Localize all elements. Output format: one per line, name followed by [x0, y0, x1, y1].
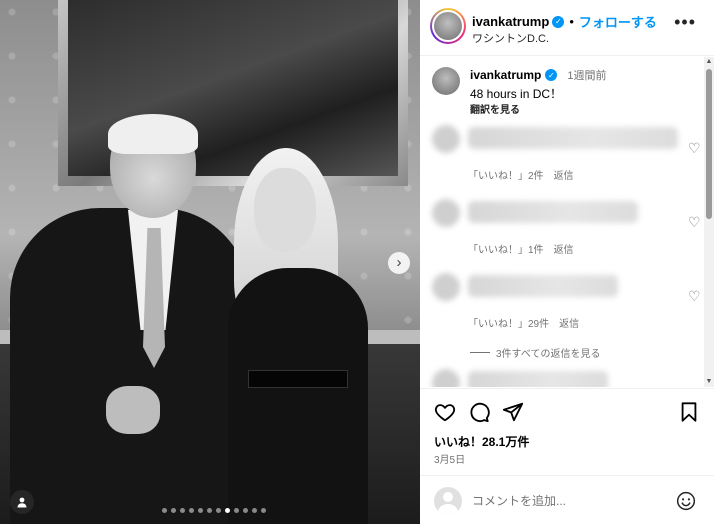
comment-avatar-blurred[interactable] — [432, 199, 460, 227]
comment-item: ♡ 「いいね！」1件 返信 — [432, 195, 702, 256]
carousel-dot — [234, 508, 239, 513]
comment-box — [420, 475, 714, 524]
scrollbar-thumb[interactable] — [706, 69, 712, 219]
view-replies-label: 3件すべての返信を見る — [496, 349, 601, 360]
bookmark-icon[interactable] — [678, 401, 700, 423]
next-photo-button[interactable]: › — [388, 252, 410, 274]
carousel-dot — [171, 508, 176, 513]
comment-meta: 「いいね！」29件 返信 — [468, 315, 579, 330]
carousel-dot — [216, 508, 221, 513]
post-header: ivankatrump ✓ • フォローする ワシントンD.C. ••• — [420, 0, 714, 56]
heart-icon[interactable]: ♡ — [688, 215, 702, 229]
view-replies-button[interactable]: 3件すべての返信を見る — [470, 345, 600, 360]
comment-text-blurred — [468, 201, 638, 223]
header-user-line: ivankatrump ✓ • フォローする — [472, 12, 657, 31]
belt — [248, 370, 348, 388]
location-link[interactable]: ワシントンD.C. — [472, 30, 549, 46]
heart-icon[interactable]: ♡ — [688, 289, 702, 303]
reply-button[interactable]: 返信 — [554, 167, 574, 182]
share-icon[interactable] — [502, 401, 524, 423]
post-side-panel: ivankatrump ✓ • フォローする ワシントンD.C. ••• iva… — [420, 0, 714, 524]
caption-text: 48 hours in DC！ — [470, 87, 563, 101]
comment-avatar-blurred[interactable] — [432, 125, 460, 153]
comments-scrollbar[interactable]: ▲ ▼ — [704, 57, 714, 387]
carousel-dot — [189, 508, 194, 513]
carousel-dot — [180, 508, 185, 513]
scroll-up-icon[interactable]: ▲ — [705, 58, 713, 66]
carousel-dot — [261, 508, 266, 513]
carousel-dot — [162, 508, 167, 513]
carousel-dot — [225, 508, 230, 513]
caption-user-line: ivankatrump ✓ 1週間前 — [470, 67, 606, 83]
likes-count[interactable]: いいね！28.1万件 — [434, 433, 529, 450]
comment-text-blurred — [468, 275, 618, 297]
comment-item: ♡ 「いいね！」29件 返信 — [432, 269, 702, 330]
carousel-dot — [252, 508, 257, 513]
scroll-down-icon[interactable]: ▼ — [705, 378, 713, 386]
comment-meta: 「いいね！」1件 返信 — [468, 241, 574, 256]
comment-item: ♡ 「いいね！」2件 返信 — [432, 121, 702, 182]
comment-text-blurred — [468, 371, 608, 387]
follow-button[interactable]: フォローする — [579, 12, 657, 31]
heart-icon[interactable] — [434, 401, 456, 423]
post-photo[interactable]: › — [0, 0, 420, 524]
viewer-avatar — [434, 487, 462, 515]
comment-likes[interactable]: 「いいね！」29件 — [468, 315, 549, 330]
comment-text-blurred — [468, 127, 678, 149]
carousel-dot — [243, 508, 248, 513]
carousel-dots — [162, 508, 266, 513]
heart-icon[interactable]: ♡ — [688, 141, 702, 155]
comment-likes[interactable]: 「いいね！」1件 — [468, 241, 544, 256]
translate-link[interactable]: 翻訳を見る — [470, 101, 520, 116]
person-right — [218, 148, 378, 524]
avatar — [432, 10, 464, 42]
comment-avatar-blurred[interactable] — [432, 273, 460, 301]
reply-button[interactable]: 返信 — [559, 315, 579, 330]
post-date: 3月5日 — [434, 455, 466, 466]
comment-avatar-blurred[interactable] — [432, 369, 460, 387]
post-actions: いいね！28.1万件 3月5日 — [420, 388, 714, 524]
carousel-dot — [207, 508, 212, 513]
more-options-icon[interactable]: ••• — [674, 13, 696, 31]
thumbs-up-hand — [106, 386, 160, 434]
divider — [470, 352, 490, 353]
caption-username[interactable]: ivankatrump — [470, 68, 541, 82]
caption-avatar[interactable] — [432, 67, 460, 95]
comment-meta: 「いいね！」2件 返信 — [468, 167, 574, 182]
suit — [10, 208, 250, 524]
caption-time: 1週間前 — [567, 70, 607, 82]
person-left — [10, 114, 250, 524]
chevron-right-icon: › — [396, 254, 402, 271]
hair — [108, 114, 198, 154]
carousel-dot — [198, 508, 203, 513]
emoji-icon[interactable] — [676, 491, 696, 511]
reply-button[interactable]: 返信 — [554, 241, 574, 256]
verified-badge-icon: ✓ — [545, 69, 558, 81]
comment-input[interactable] — [472, 491, 652, 511]
comment-likes[interactable]: 「いいね！」2件 — [468, 167, 544, 182]
story-ring[interactable] — [430, 8, 466, 44]
comments-section: ivankatrump ✓ 1週間前 48 hours in DC！ 翻訳を見る… — [420, 57, 706, 387]
face — [254, 168, 316, 252]
user-icon — [17, 497, 27, 508]
comment-icon[interactable] — [468, 401, 490, 423]
verified-badge-icon: ✓ — [552, 15, 565, 28]
username-link[interactable]: ivankatrump — [472, 14, 549, 29]
comment-item — [432, 365, 702, 387]
separator: • — [569, 14, 574, 29]
tagged-users-button[interactable] — [10, 490, 34, 514]
dress — [228, 268, 368, 524]
